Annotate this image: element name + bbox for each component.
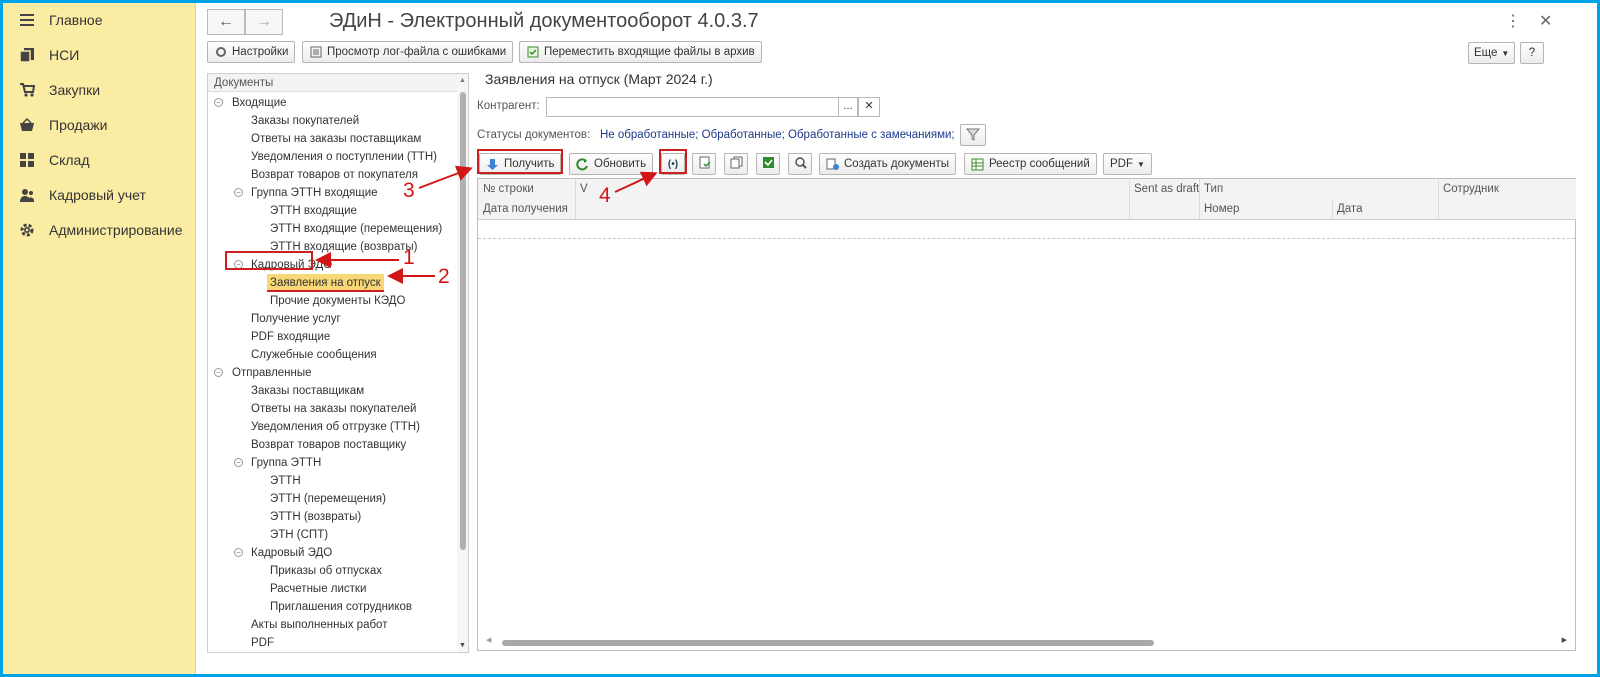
annotation-label-4: 4 bbox=[599, 184, 611, 207]
annotation-label-1: 1 bbox=[403, 246, 415, 269]
app-window: Главное НСИ Закупки Продажи Склад Кадров… bbox=[3, 3, 1597, 674]
annotation-label-3: 3 bbox=[403, 179, 415, 202]
annotation-label-2: 2 bbox=[438, 265, 450, 288]
annotation-arrows bbox=[315, 165, 658, 284]
